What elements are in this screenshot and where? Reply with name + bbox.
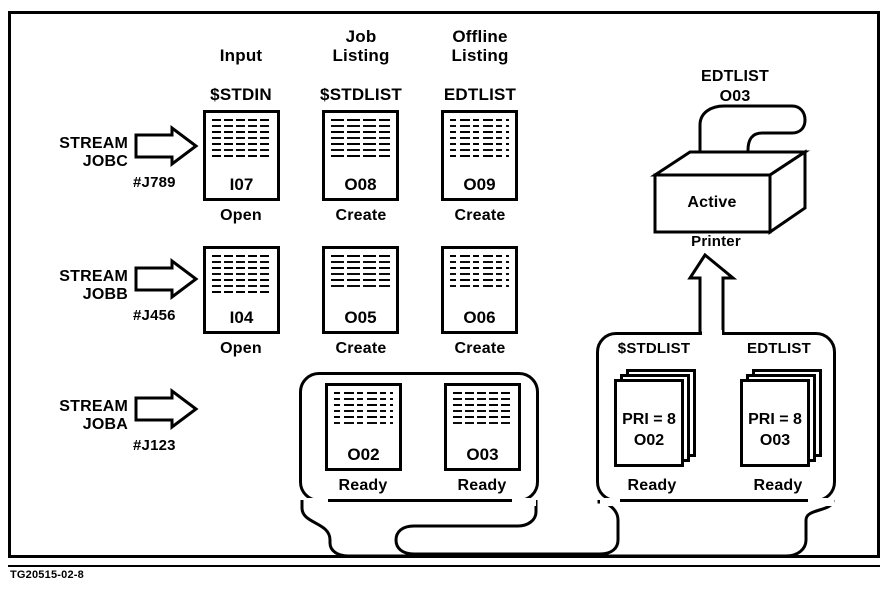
printer-caption: Printer xyxy=(691,233,741,250)
caption-rule xyxy=(8,565,880,567)
printer-icon[interactable] xyxy=(0,0,890,594)
figure-caption: TG20515-02-8 xyxy=(10,569,84,581)
diagram-canvas: Input $STDIN Job Listing $STDLIST Offlin… xyxy=(0,0,890,594)
printer-status-label: Active xyxy=(687,194,737,211)
